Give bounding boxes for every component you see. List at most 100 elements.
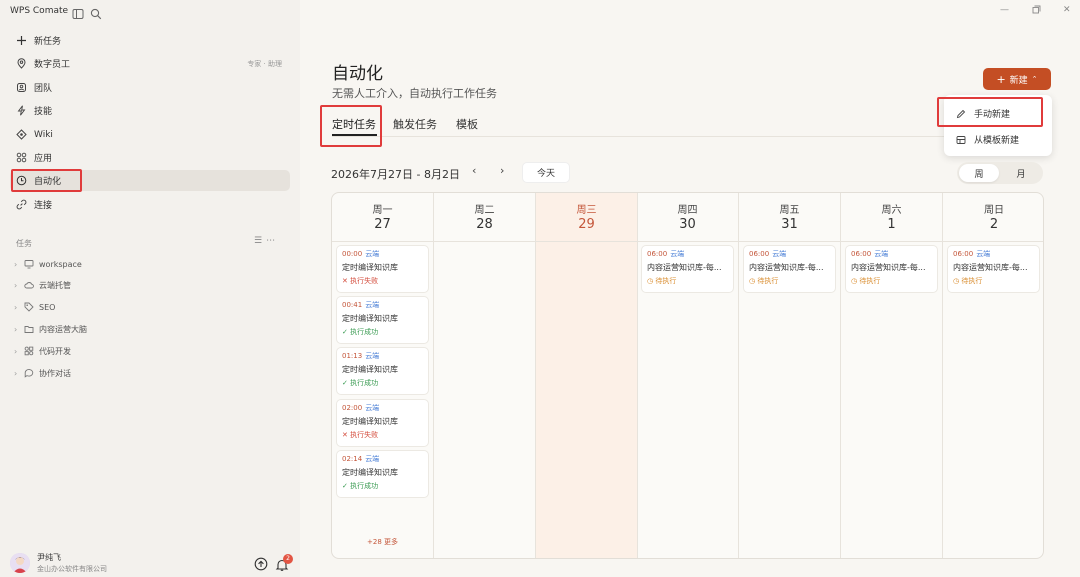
task-card[interactable]: 01:13 云端 定时编译知识库 ✓ 执行成功: [336, 347, 429, 396]
nav-label: Wiki: [34, 129, 53, 140]
tab-templates[interactable]: 模板: [456, 116, 478, 132]
nav-label: 团队: [34, 84, 53, 94]
day-name: 周六: [881, 205, 902, 216]
nav-skills[interactable]: 技能: [10, 100, 290, 121]
task-time-row: 06:00 云端: [749, 250, 830, 259]
task-status: ✓ 执行成功: [342, 481, 423, 491]
task-card[interactable]: 06:00 云端 内容运营知识库-每... ◷ 待执行: [845, 245, 938, 293]
task-card[interactable]: 06:00 云端 内容运营知识库-每... ◷ 待执行: [743, 245, 836, 293]
nav-new-task[interactable]: 新任务: [10, 30, 290, 51]
task-card[interactable]: 02:14 云端定时编译知识库 ✓ 执行成功: [336, 449, 429, 498]
page-subtitle: 无需人工介入，自动执行工作任务: [332, 87, 497, 100]
apps-grid-icon: [15, 151, 28, 164]
more-icon[interactable]: ⋯: [266, 236, 279, 246]
task-tag: 云端: [365, 352, 380, 361]
task-name: 定时编译知识库: [342, 467, 398, 477]
highlight-box-manual-new: [937, 97, 1043, 127]
minimize-icon[interactable]: —: [1000, 5, 1009, 15]
task-card[interactable]: 00:00 云端 定时编译知识库 ✕ 执行失败: [336, 245, 429, 293]
nav-label: 技能: [34, 107, 53, 117]
day-number: 29: [578, 217, 595, 232]
upload-circle-icon[interactable]: [254, 556, 268, 571]
tree-item-content-brain[interactable]: › 内容运营大脑: [14, 321, 87, 337]
day-name: 周五: [779, 205, 800, 216]
filter-icon[interactable]: ☰: [254, 236, 266, 246]
chevron-right-icon: ›: [14, 280, 18, 290]
tree-item-seo[interactable]: › SEO: [14, 299, 55, 315]
task-tag: 云端: [772, 250, 787, 258]
restore-icon[interactable]: [1032, 5, 1041, 17]
task-status-label: 执行成功: [350, 481, 379, 490]
task-time: 00:41: [342, 301, 363, 310]
task-card[interactable]: 06:00 云端 内容运营知识库-每... ◷ 待执行: [947, 245, 1040, 293]
task-time: 02:14: [342, 454, 363, 463]
task-status: ◷ 待执行: [953, 276, 1034, 286]
task-time-row: 01:13 云端: [342, 352, 423, 361]
monitor-icon: [24, 259, 36, 269]
day-column: 周四 30 06:00 云端 内容运营知识库-每... ◷ 待执行: [637, 193, 739, 558]
nav-digital-staff[interactable]: 数字员工 专家 · 助理: [10, 53, 290, 74]
task-card[interactable]: 02:00 云端 定时编译知识库 ✕ 执行失败: [336, 398, 429, 447]
task-status-label: 执行失败: [350, 430, 379, 439]
tab-triggered[interactable]: 触发任务: [393, 116, 437, 132]
nav-team[interactable]: 团队: [10, 77, 290, 98]
tree-item-workspace[interactable]: › workspace: [14, 256, 82, 272]
task-status: ✓ 执行成功: [342, 378, 423, 388]
task-tag: 云端: [874, 250, 889, 258]
check-icon: ✓: [342, 379, 351, 388]
task-tag: 云端: [670, 250, 685, 258]
task-tag: 云端: [365, 250, 380, 258]
nav-connect[interactable]: 连接: [10, 194, 290, 215]
day-name: 周二: [474, 205, 495, 216]
task-status: ✕ 执行失败: [342, 276, 423, 286]
task-status-label: 执行成功: [350, 328, 379, 337]
task-time-row: 00:41 云端: [342, 301, 423, 310]
close-icon[interactable]: ✕: [1063, 5, 1071, 15]
day-header: 周三 29: [536, 193, 637, 242]
date-range-label: 2026年7月27日 - 8月2日: [331, 168, 460, 181]
task-time: 06:00: [953, 250, 974, 258]
task-time: 02:00: [342, 403, 363, 412]
tree-item-cloud[interactable]: › 云端托管: [14, 277, 71, 293]
task-time-row: 06:00 云端: [953, 250, 1034, 259]
search-icon[interactable]: [90, 5, 102, 20]
task-time: 06:00: [749, 250, 770, 258]
sidebar: WPS Comate 新任务 数字员工 专家 · 助理 团队 技能 Wiki 应…: [0, 0, 300, 577]
tree-item-code-dev[interactable]: › 代码开发: [14, 343, 71, 359]
new-button-label: 新建: [1009, 75, 1028, 86]
task-card[interactable]: 00:41 云端 定时编译知识库 ✓ 执行成功: [336, 296, 429, 345]
plus-icon: +: [996, 72, 1006, 86]
nav-wiki[interactable]: Wiki: [10, 124, 290, 145]
menu-item-label: 从模板新建: [974, 136, 1020, 146]
page-title: 自动化: [332, 64, 383, 84]
tree-item-collab-chat[interactable]: › 协作对话: [14, 365, 71, 381]
nav-apps[interactable]: 应用: [10, 147, 290, 168]
day-number: 27: [374, 217, 391, 232]
more-tasks-link[interactable]: +28 更多: [332, 537, 433, 547]
task-time-row: 02:00 云端: [342, 404, 423, 413]
section-tools: ☰⋯: [254, 236, 279, 246]
today-button[interactable]: 今天: [522, 162, 570, 183]
day-header: 周四 30: [637, 193, 738, 242]
task-status-label: 待执行: [757, 277, 779, 285]
tag-icon: [24, 302, 36, 312]
view-month-button[interactable]: 月: [1001, 164, 1041, 182]
task-time: 00:00: [342, 250, 363, 258]
main-panel: — ✕ 自动化 无需人工介入，自动执行工作任务 定时任务 触发任务 模板 + 新…: [300, 0, 1080, 577]
task-time: 01:13: [342, 352, 363, 361]
menu-item-from-template[interactable]: 从模板新建: [944, 127, 1052, 152]
wiki-icon: [15, 128, 28, 141]
user-name: 尹纯飞: [37, 553, 61, 562]
task-card[interactable]: 06:00 云端 内容运营知识库-每... ◷ 待执行: [641, 245, 734, 293]
day-column: 周三 29: [536, 193, 638, 558]
nav-label: 数字员工: [34, 60, 71, 70]
next-week-icon[interactable]: ›: [500, 164, 504, 177]
new-button[interactable]: + 新建 ⌃: [983, 68, 1051, 90]
sidebar-toggle-icon[interactable]: [72, 5, 84, 19]
day-number: 2: [989, 217, 999, 232]
prev-week-icon[interactable]: ‹: [472, 164, 476, 177]
task-time-row: 06:00 云端: [647, 250, 728, 259]
task-name: 定时编译知识库: [342, 365, 398, 375]
task-tag: 云端: [365, 454, 380, 463]
view-week-button[interactable]: 周: [959, 164, 999, 182]
